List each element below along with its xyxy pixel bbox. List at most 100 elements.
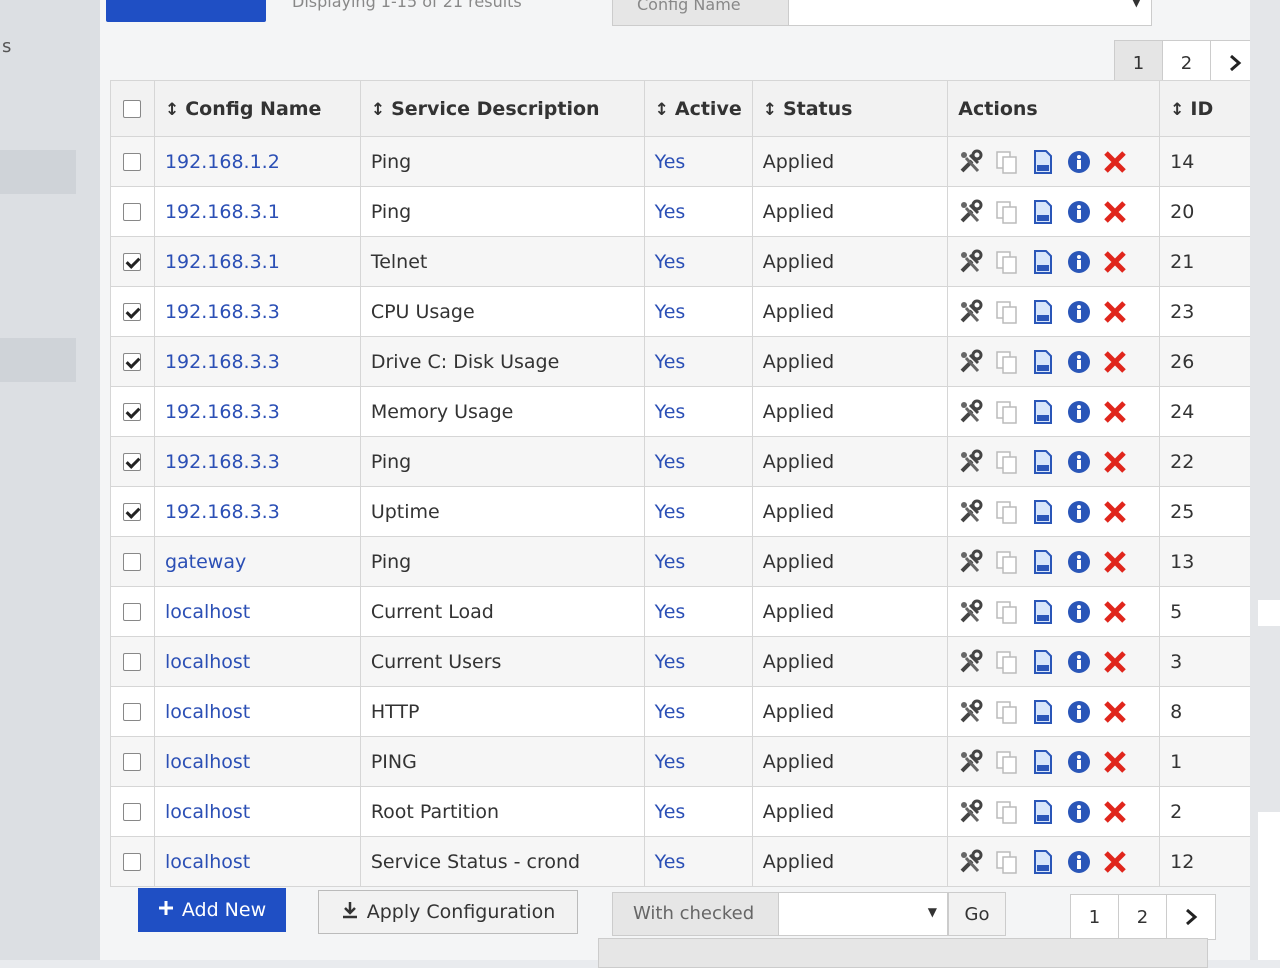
delete-x-icon[interactable] bbox=[1102, 449, 1128, 475]
document-icon[interactable] bbox=[1030, 399, 1056, 425]
wrench-scissors-icon[interactable] bbox=[958, 549, 984, 575]
info-icon[interactable] bbox=[1066, 699, 1092, 725]
wrench-scissors-icon[interactable] bbox=[958, 649, 984, 675]
info-icon[interactable] bbox=[1066, 799, 1092, 825]
active-toggle-link[interactable]: Yes bbox=[655, 801, 686, 823]
header-config-name[interactable]: ↕ Config Name bbox=[153, 80, 361, 137]
row-checkbox[interactable] bbox=[123, 403, 142, 421]
row-checkbox[interactable] bbox=[123, 303, 142, 321]
delete-x-icon[interactable] bbox=[1102, 849, 1128, 875]
delete-x-icon[interactable] bbox=[1102, 599, 1128, 625]
document-icon[interactable] bbox=[1030, 149, 1056, 175]
config-name-link[interactable]: localhost bbox=[165, 651, 250, 673]
wrench-scissors-icon[interactable] bbox=[958, 249, 984, 275]
active-toggle-link[interactable]: Yes bbox=[655, 351, 686, 373]
active-toggle-link[interactable]: Yes bbox=[655, 201, 686, 223]
document-icon[interactable] bbox=[1030, 349, 1056, 375]
document-icon[interactable] bbox=[1030, 549, 1056, 575]
active-toggle-link[interactable]: Yes bbox=[655, 851, 686, 873]
active-toggle-link[interactable]: Yes bbox=[655, 751, 686, 773]
wrench-scissors-icon[interactable] bbox=[958, 399, 984, 425]
info-icon[interactable] bbox=[1066, 499, 1092, 525]
row-checkbox[interactable] bbox=[123, 553, 142, 571]
wrench-scissors-icon[interactable] bbox=[958, 299, 984, 325]
row-checkbox[interactable] bbox=[123, 353, 142, 371]
info-icon[interactable] bbox=[1066, 849, 1092, 875]
info-icon[interactable] bbox=[1066, 749, 1092, 775]
config-name-link[interactable]: 192.168.3.1 bbox=[165, 251, 280, 273]
header-active[interactable]: ↕ Active bbox=[643, 80, 753, 137]
document-icon[interactable] bbox=[1030, 749, 1056, 775]
document-icon[interactable] bbox=[1030, 849, 1056, 875]
config-name-link[interactable]: localhost bbox=[165, 801, 250, 823]
wrench-scissors-icon[interactable] bbox=[958, 599, 984, 625]
info-icon[interactable] bbox=[1066, 349, 1092, 375]
delete-x-icon[interactable] bbox=[1102, 649, 1128, 675]
info-icon[interactable] bbox=[1066, 399, 1092, 425]
copy-icon[interactable] bbox=[994, 699, 1020, 725]
copy-icon[interactable] bbox=[994, 199, 1020, 225]
info-icon[interactable] bbox=[1066, 649, 1092, 675]
config-name-link[interactable]: localhost bbox=[165, 701, 250, 723]
config-name-link[interactable]: 192.168.3.3 bbox=[165, 501, 280, 523]
page-1-button[interactable]: 1 bbox=[1115, 41, 1163, 85]
active-toggle-link[interactable]: Yes bbox=[655, 651, 686, 673]
active-toggle-link[interactable]: Yes bbox=[655, 451, 686, 473]
config-name-link[interactable]: 192.168.3.1 bbox=[165, 201, 280, 223]
delete-x-icon[interactable] bbox=[1102, 149, 1128, 175]
active-toggle-link[interactable]: Yes bbox=[655, 601, 686, 623]
row-checkbox[interactable] bbox=[123, 803, 142, 821]
document-icon[interactable] bbox=[1030, 649, 1056, 675]
wrench-scissors-icon[interactable] bbox=[958, 799, 984, 825]
row-checkbox[interactable] bbox=[123, 503, 142, 521]
active-toggle-link[interactable]: Yes bbox=[655, 301, 686, 323]
config-name-link[interactable]: 192.168.3.3 bbox=[165, 351, 280, 373]
sidebar-item[interactable] bbox=[0, 150, 76, 194]
copy-icon[interactable] bbox=[994, 299, 1020, 325]
add-new-button-top[interactable] bbox=[106, 0, 266, 22]
delete-x-icon[interactable] bbox=[1102, 799, 1128, 825]
info-icon[interactable] bbox=[1066, 249, 1092, 275]
delete-x-icon[interactable] bbox=[1102, 749, 1128, 775]
active-toggle-link[interactable]: Yes bbox=[655, 551, 686, 573]
active-toggle-link[interactable]: Yes bbox=[655, 151, 686, 173]
wrench-scissors-icon[interactable] bbox=[958, 699, 984, 725]
document-icon[interactable] bbox=[1030, 799, 1056, 825]
delete-x-icon[interactable] bbox=[1102, 349, 1128, 375]
row-checkbox[interactable] bbox=[123, 453, 142, 471]
document-icon[interactable] bbox=[1030, 499, 1056, 525]
wrench-scissors-icon[interactable] bbox=[958, 849, 984, 875]
info-icon[interactable] bbox=[1066, 199, 1092, 225]
results-per-page-select[interactable] bbox=[598, 938, 1208, 968]
document-icon[interactable] bbox=[1030, 249, 1056, 275]
wrench-scissors-icon[interactable] bbox=[958, 749, 984, 775]
delete-x-icon[interactable] bbox=[1102, 399, 1128, 425]
row-checkbox[interactable] bbox=[123, 203, 142, 221]
filter-select[interactable]: Config Name ▼ bbox=[612, 0, 1152, 26]
delete-x-icon[interactable] bbox=[1102, 499, 1128, 525]
sidebar-item[interactable] bbox=[0, 338, 76, 382]
row-checkbox[interactable] bbox=[123, 153, 142, 171]
copy-icon[interactable] bbox=[994, 799, 1020, 825]
config-name-link[interactable]: gateway bbox=[165, 551, 246, 573]
config-name-link[interactable]: 192.168.3.3 bbox=[165, 451, 280, 473]
wrench-scissors-icon[interactable] bbox=[958, 499, 984, 525]
copy-icon[interactable] bbox=[994, 449, 1020, 475]
add-new-button[interactable]: Add New bbox=[138, 888, 286, 932]
config-name-link[interactable]: localhost bbox=[165, 601, 250, 623]
config-name-link[interactable]: 192.168.3.3 bbox=[165, 401, 280, 423]
active-toggle-link[interactable]: Yes bbox=[655, 251, 686, 273]
row-checkbox[interactable] bbox=[123, 853, 142, 871]
copy-icon[interactable] bbox=[994, 249, 1020, 275]
wrench-scissors-icon[interactable] bbox=[958, 149, 984, 175]
config-name-link[interactable]: localhost bbox=[165, 751, 250, 773]
document-icon[interactable] bbox=[1030, 599, 1056, 625]
active-toggle-link[interactable]: Yes bbox=[655, 701, 686, 723]
copy-icon[interactable] bbox=[994, 499, 1020, 525]
select-all-checkbox[interactable] bbox=[123, 100, 142, 118]
delete-x-icon[interactable] bbox=[1102, 549, 1128, 575]
row-checkbox[interactable] bbox=[123, 653, 142, 671]
delete-x-icon[interactable] bbox=[1102, 299, 1128, 325]
info-icon[interactable] bbox=[1066, 449, 1092, 475]
delete-x-icon[interactable] bbox=[1102, 699, 1128, 725]
